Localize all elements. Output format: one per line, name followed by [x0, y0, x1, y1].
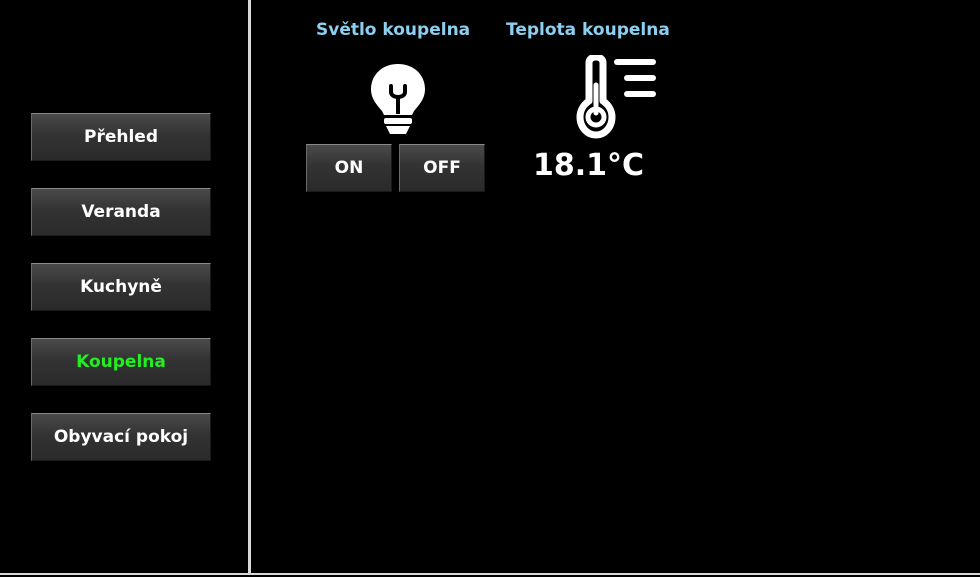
nav-item-kuchyne[interactable]: Kuchyně — [31, 263, 211, 311]
app-frame: Přehled Veranda Kuchyně Koupelna Obyvací… — [0, 0, 980, 577]
sidebar-divider — [248, 0, 251, 575]
light-off-button[interactable]: OFF — [399, 144, 485, 192]
temperature-value: 18.1°C — [533, 148, 645, 183]
lightbulb-icon[interactable] — [368, 62, 428, 142]
nav-item-prehled[interactable]: Přehled — [31, 113, 211, 161]
sidebar: Přehled Veranda Kuchyně Koupelna Obyvací… — [0, 0, 248, 573]
light-widget-title: Světlo koupelna — [316, 20, 471, 40]
nav-item-koupelna[interactable]: Koupelna — [31, 338, 211, 386]
nav-item-obyvaci-pokoj[interactable]: Obyvací pokoj — [31, 413, 211, 461]
light-on-button[interactable]: ON — [306, 144, 392, 192]
bottom-border — [0, 573, 980, 575]
nav-item-veranda[interactable]: Veranda — [31, 188, 211, 236]
thermometer-icon — [571, 53, 661, 145]
temp-widget-title: Teplota koupelna — [506, 20, 670, 40]
